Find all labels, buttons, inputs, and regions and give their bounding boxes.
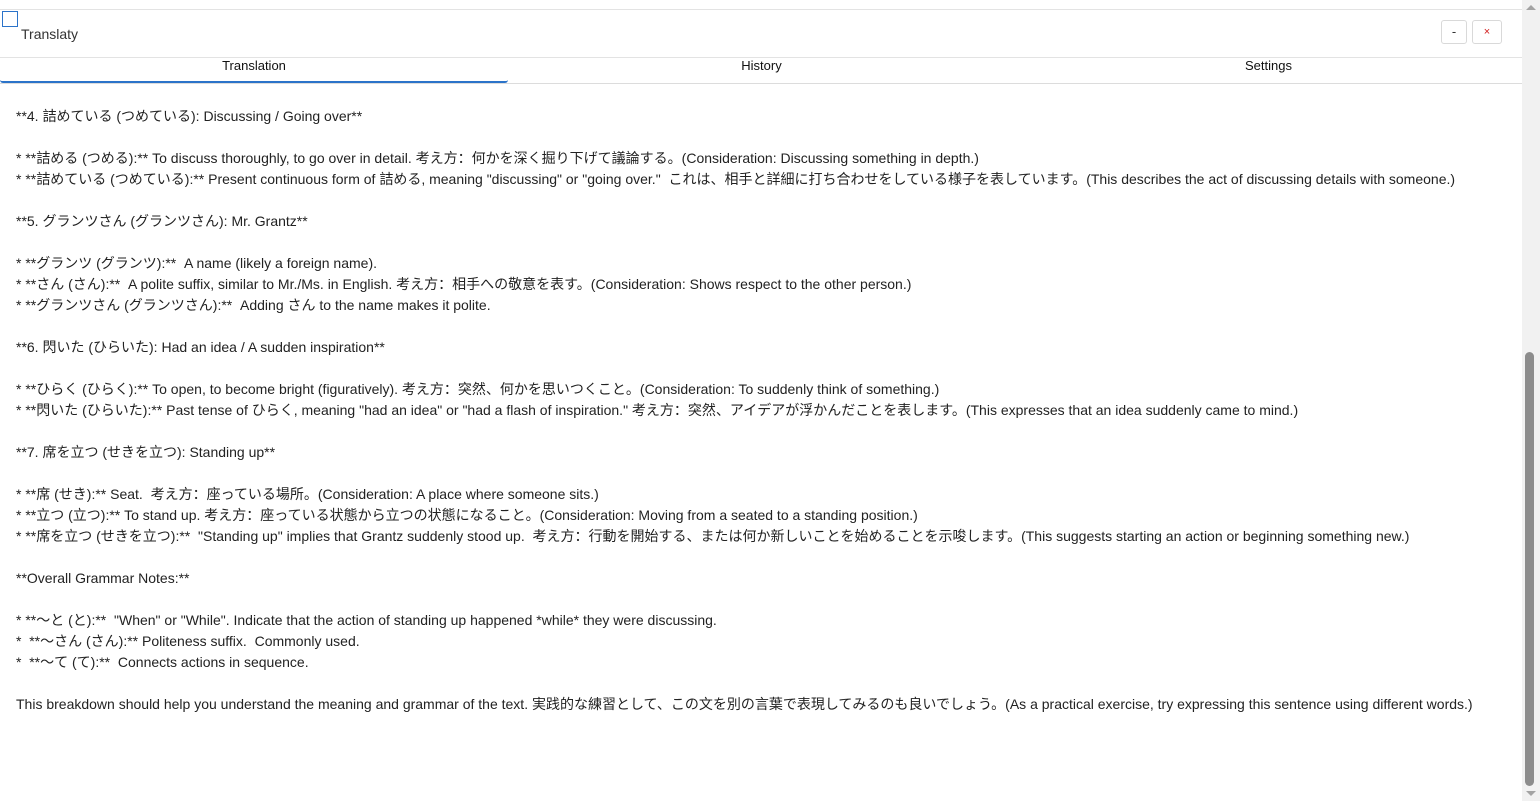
scroll-down-arrow-icon[interactable] (1526, 791, 1536, 796)
scroll-thumb[interactable] (1525, 352, 1534, 786)
output-line: **Overall Grammar Notes:** (16, 570, 190, 586)
translation-output: **4. 詰めている (つめている): Discussing / Going o… (16, 106, 1516, 715)
output-line: * **さん (さん):** A polite suffix, similar … (16, 276, 912, 292)
window-top-edge (0, 0, 1540, 10)
output-line: * **席 (せき):** Seat. 考え方：座っている場所。(Conside… (16, 486, 599, 502)
scroll-up-arrow-icon[interactable] (1526, 5, 1536, 10)
minimize-button[interactable]: - (1441, 20, 1467, 44)
output-line: **5. グランツさん (グランツさん): Mr. Grantz** (16, 213, 308, 229)
tab-history[interactable]: History (508, 57, 1015, 83)
output-line: * **詰めている (つめている):** Present continuous … (16, 171, 1456, 187)
app-title: Translaty (21, 26, 79, 42)
close-button[interactable]: × (1472, 20, 1502, 44)
tab-settings[interactable]: Settings (1015, 57, 1522, 83)
output-line: * **ひらく (ひらく):** To open, to become brig… (16, 381, 940, 397)
title-bar: Translaty - × (0, 10, 1522, 58)
tab-bar: Translation History Settings (0, 57, 1522, 84)
output-line: * **詰める (つめる):** To discuss thoroughly, … (16, 150, 979, 166)
output-line: * **グランツ (グランツ):** A name (likely a fore… (16, 255, 377, 271)
output-line: * **閃いた (ひらいた):** Past tense of ひらく, mea… (16, 402, 1299, 418)
output-line: **7. 席を立つ (せきを立つ): Standing up** (16, 444, 276, 460)
output-line: **6. 閃いた (ひらいた): Had an idea / A sudden … (16, 339, 385, 355)
vertical-scrollbar[interactable] (1522, 0, 1540, 801)
output-line: * **～さん (さん):** Politeness suffix. Commo… (16, 633, 360, 649)
output-line: * **グランツさん (グランツさん):** Adding さん to the … (16, 297, 491, 313)
output-line: **4. 詰めている (つめている): Discussing / Going o… (16, 108, 363, 124)
output-line: * **～て (て):** Connects actions in sequen… (16, 654, 309, 670)
output-line: This breakdown should help you understan… (16, 696, 1473, 712)
output-line: * **立つ (立つ):** To stand up. 考え方：座っている状態か… (16, 507, 918, 523)
output-line: * **～と (と):** "When" or "While". Indicat… (16, 612, 717, 628)
tab-translation[interactable]: Translation (0, 57, 508, 83)
app-window: Translaty - × Translation History Settin… (0, 0, 1540, 801)
output-line: * **席を立つ (せきを立つ):** "Standing up" implie… (16, 528, 1410, 544)
